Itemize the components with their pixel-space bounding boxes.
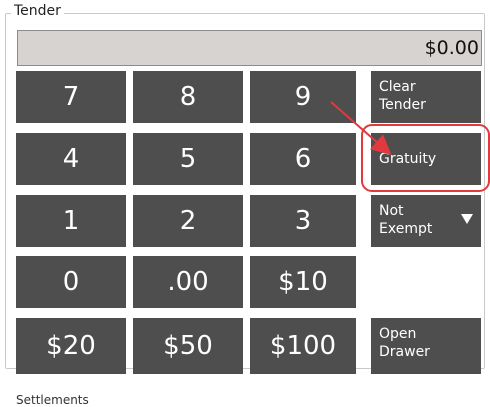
key-1[interactable]: 1 — [16, 195, 126, 247]
gratuity-label: Gratuity — [379, 151, 437, 167]
key-100-dollars[interactable]: $100 — [250, 318, 356, 374]
key-4[interactable]: 4 — [16, 133, 126, 185]
key-2[interactable]: 2 — [133, 195, 243, 247]
key-5[interactable]: 5 — [133, 133, 243, 185]
clear-tender-label-line1: Clear — [379, 79, 416, 95]
key-20-dollars[interactable]: $20 — [16, 318, 126, 374]
key-0[interactable]: 0 — [16, 256, 126, 308]
open-drawer-label-line2: Drawer — [379, 344, 430, 360]
key-50-dollars[interactable]: $50 — [133, 318, 243, 374]
settlements-label: Settlements — [16, 393, 89, 407]
clear-tender-label-line2: Tender — [379, 97, 426, 113]
key-8[interactable]: 8 — [133, 71, 243, 123]
open-drawer-label-line1: Open — [379, 326, 417, 342]
not-exempt-label-line2: Exempt — [379, 221, 433, 237]
key-double-zero[interactable]: .00 — [133, 256, 243, 308]
open-drawer-button[interactable]: Open Drawer — [371, 318, 481, 374]
key-6[interactable]: 6 — [250, 133, 356, 185]
key-3[interactable]: 3 — [250, 195, 356, 247]
not-exempt-label-line1: Not — [379, 203, 404, 219]
key-7[interactable]: 7 — [16, 71, 126, 123]
tender-groupbox — [5, 13, 485, 369]
key-9[interactable]: 9 — [250, 71, 356, 123]
key-10-dollars[interactable]: $10 — [250, 256, 356, 308]
clear-tender-button[interactable]: Clear Tender — [371, 71, 481, 123]
gratuity-button[interactable]: Gratuity — [371, 133, 481, 185]
tender-amount-display: $0.00 — [17, 30, 482, 66]
not-exempt-dropdown[interactable]: Not Exempt — [371, 195, 481, 247]
dropdown-caret-icon — [461, 214, 473, 224]
tender-group-title: Tender — [11, 2, 64, 20]
